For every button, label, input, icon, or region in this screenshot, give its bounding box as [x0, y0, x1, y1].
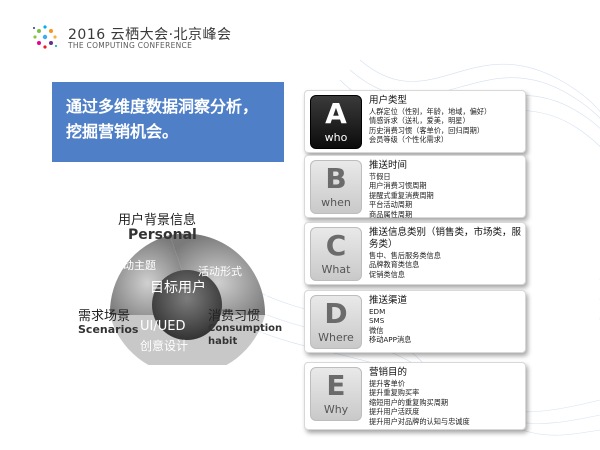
card-a-title: 用户类型 [369, 95, 408, 106]
card-a-badge: A who [310, 95, 362, 149]
card-d-badge: D Where [310, 295, 362, 349]
card-b-line: 商品属性周期 [369, 209, 413, 219]
card-b-badge: B when [310, 160, 362, 214]
consumption-title-cn: 消费习惯 [208, 309, 261, 324]
card-b-line: 节假日 [369, 172, 391, 181]
card-e-line: 提升客单价 [369, 379, 405, 388]
card-e-letter: E [326, 369, 346, 402]
card-a-line: 会员等级（个性化需求） [369, 135, 449, 145]
card-b-when: B when 推送时间 节假日 用户消费习惯周期 提醒式重复消费周期 平台活动周… [304, 155, 526, 219]
conference-subtitle: THE COMPUTING CONFERENCE [68, 41, 193, 50]
card-c-line: 售中、售后服务类信息 [369, 251, 441, 260]
personal-title-cn: 用户背景信息 [118, 213, 197, 228]
card-b-line: 提醒式重复消费周期 [369, 190, 434, 200]
headline-line-2: 挖掘营销机会。 [66, 122, 179, 141]
card-c-badge: C What [310, 227, 362, 281]
card-b-title: 推送时间 [369, 160, 408, 171]
segment-label-theme: 活动主题 [112, 259, 156, 272]
card-d-where: D Where 推送渠道 EDM SMS 微信 移动APP消息 [304, 290, 526, 353]
card-b-line: 用户消费习惯周期 [369, 181, 427, 191]
card-c-line: 品牌教育类信息 [369, 260, 420, 270]
card-c-title: 推送信息类别（销售类，市场类，服务类） [369, 227, 522, 250]
card-e-line: 缩短用户的重复购买周期 [369, 397, 449, 407]
card-a-line: 情感诉求（送礼，爱美，明星） [369, 116, 470, 126]
card-b-letter: B [325, 162, 347, 195]
card-e-line: 提升用户活跃度 [369, 407, 420, 417]
card-a-who: A who 用户类型 人群定位（性别，年龄，地域，偏好） 情感诉求（送礼，爱美，… [304, 90, 526, 153]
card-b-word: when [321, 196, 351, 209]
card-a-line: 历史消费习惯（客单价，回归周期） [369, 125, 485, 135]
conference-logo-icon [33, 25, 57, 49]
consumption-title-en-1: Consumption [208, 323, 283, 334]
card-e-line: 提升重复购买率 [369, 388, 420, 398]
creative-design-label: 创意设计 [140, 339, 189, 353]
card-e-word: Why [323, 403, 349, 416]
card-a-line: 人群定位（性别，年龄，地域，偏好） [369, 107, 492, 116]
card-d-line: SMS [369, 316, 385, 326]
card-d-line: 微信 [369, 325, 384, 335]
scenarios-title-cn: 需求场景 [78, 309, 131, 324]
card-c-line: 促销类信息 [369, 269, 405, 279]
headline-line-1: 通过多维度数据洞察分析， [66, 97, 259, 116]
personal-title-en: Personal [128, 227, 197, 243]
card-d-title: 推送渠道 [369, 295, 408, 306]
card-e-badge: E Why [310, 367, 362, 421]
card-e-title: 营销目的 [369, 367, 408, 378]
card-d-line: 移动APP消息 [369, 335, 412, 345]
card-c-letter: C [325, 229, 347, 262]
card-c-word: What [321, 263, 351, 276]
target-user-diagram: 用户背景信息 Personal 活动主题 活动形式 目标用户 需求场景 Scen… [78, 205, 300, 365]
card-e-line: 提升用户对品牌的认知与忠诚度 [369, 416, 470, 426]
card-d-line: EDM [369, 307, 386, 316]
scenarios-title-en: Scenarios [78, 323, 139, 336]
card-a-letter: A [325, 97, 347, 130]
card-d-word: Where [318, 331, 354, 344]
card-a-word: who [324, 131, 348, 144]
card-e-why: E Why 营销目的 提升客单价 提升重复购买率 缩短用户的重复购买周期 提升用… [304, 362, 526, 430]
card-d-letter: D [324, 297, 348, 330]
center-label: 目标用户 [150, 280, 206, 296]
headline-box: 通过多维度数据洞察分析， 挖掘营销机会。 [52, 82, 284, 162]
consumption-title-en-2: habit [208, 336, 238, 347]
card-b-line: 平台活动周期 [369, 200, 413, 210]
ui-ued-label: UI/UED [140, 319, 186, 334]
card-c-what: C What 推送信息类别（销售类，市场类，服务类） 售中、售后服务类信息 品牌… [304, 222, 526, 285]
